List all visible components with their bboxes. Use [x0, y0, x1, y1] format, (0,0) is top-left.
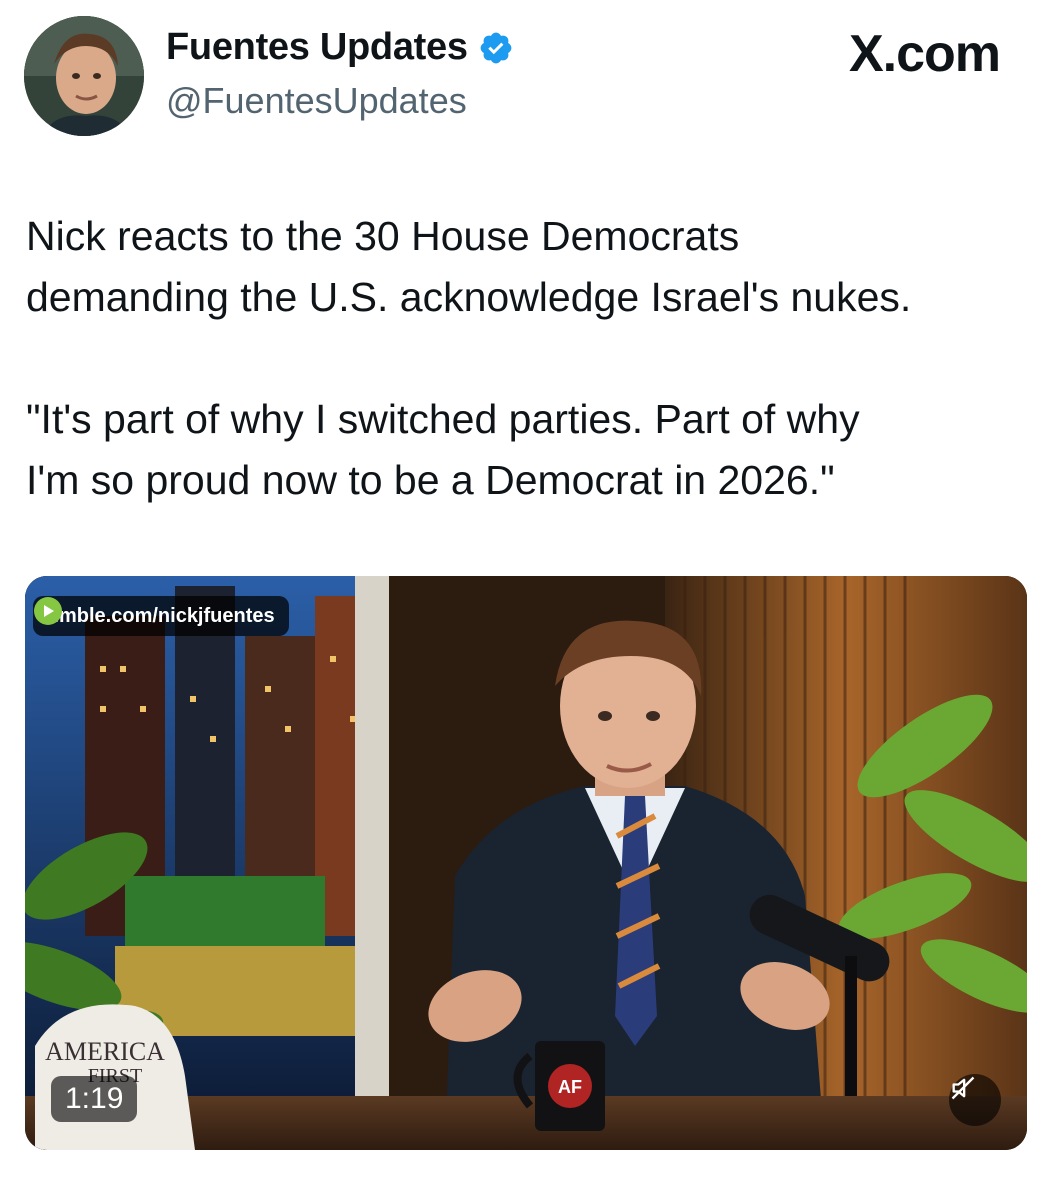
video-frame: AF AMERICA FIRST	[25, 576, 1027, 1150]
hat-text-america: AMERICA	[45, 1037, 165, 1066]
video-duration: 1:19	[51, 1076, 138, 1122]
author-display-name[interactable]: Fuentes Updates	[166, 26, 468, 69]
mug-logo: AF	[558, 1077, 582, 1097]
mute-button[interactable]	[949, 1074, 1001, 1126]
site-label: X.com	[848, 25, 1001, 83]
rumble-icon	[34, 597, 62, 625]
source-label: rumble.com/nickjfuentes	[39, 604, 275, 627]
source-link[interactable]: rumble.com/nickjfuentes	[33, 596, 289, 636]
author-name-row: Fuentes Updates	[166, 26, 514, 69]
video-player[interactable]: AF AMERICA FIRST rumble.com/nickjfuentes…	[25, 576, 1027, 1150]
author-handle[interactable]: @FuentesUpdates	[166, 80, 467, 122]
verified-badge-icon	[478, 30, 514, 66]
muted-speaker-icon	[951, 1076, 975, 1100]
avatar[interactable]	[24, 16, 144, 136]
tweet-text: Nick reacts to the 30 House Democrats de…	[26, 213, 912, 503]
